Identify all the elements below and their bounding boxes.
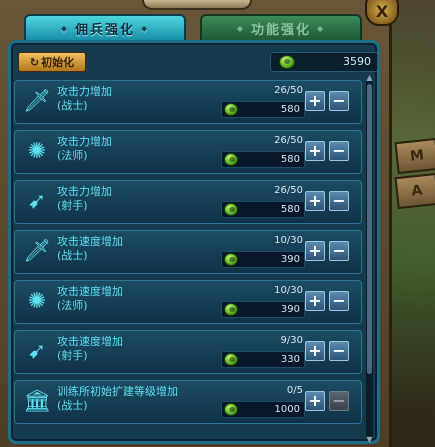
gem-balance-value: 3590 <box>343 55 371 68</box>
tab-mercenary-upgrade[interactable]: ◆ 佣兵强化 ◆ <box>24 14 186 42</box>
upgrade-level: 10/30 <box>274 285 303 296</box>
upgrade-name: 攻击力增加 <box>57 85 112 98</box>
upgrade-class: (射手) <box>57 199 88 212</box>
upgrade-level: 26/50 <box>274 85 303 96</box>
gem-icon <box>224 303 238 316</box>
increase-button[interactable]: + <box>305 191 325 211</box>
gem-balance: 3590 <box>270 52 378 72</box>
decrease-button[interactable]: − <box>329 191 349 211</box>
upgrade-cost: 330 <box>221 351 305 368</box>
upgrade-cost-value: 390 <box>280 254 300 265</box>
upgrade-level: 9/30 <box>280 335 303 346</box>
magic-icon: ✺ <box>27 289 47 314</box>
building-icon: 🏛 <box>23 389 51 414</box>
upgrade-cost: 580 <box>221 101 305 118</box>
upgrade-name: 攻击速度增加 <box>57 285 123 298</box>
upgrade-cost: 390 <box>221 301 305 318</box>
diamond-left-icon: ◆ <box>60 23 69 33</box>
increase-button[interactable]: + <box>305 391 325 411</box>
tab-label: 佣兵强化 <box>74 22 135 38</box>
gem-icon <box>224 153 238 166</box>
sword-icon: 🗡 <box>23 89 51 114</box>
scroll-down-icon[interactable]: ▼ <box>364 436 375 444</box>
decrease-button[interactable]: − <box>329 241 349 261</box>
upgrade-row: ➹ 攻击力增加 (射手) 26/50 580 + − <box>14 180 362 224</box>
upgrade-level: 0/5 <box>286 385 303 396</box>
gem-icon <box>224 203 238 216</box>
sword-icon: 🗡 <box>23 239 51 264</box>
upgrade-level: 10/30 <box>274 235 303 246</box>
upgrade-list: 🗡 攻击力增加 (战士) 26/50 580 + − ✺ 攻击力增加 (法师) … <box>14 80 362 440</box>
tab-function-upgrade[interactable]: ◆ 功能强化 ◆ <box>200 14 362 42</box>
upgrade-name: 攻击速度增加 <box>57 235 123 248</box>
increase-button[interactable]: + <box>305 291 325 311</box>
upgrade-row: 🗡 攻击速度增加 (战士) 10/30 390 + − <box>14 230 362 274</box>
upgrade-cost-value: 580 <box>280 204 300 215</box>
upgrade-row: 🏛 训练所初始扩建等级增加 (战士) 0/5 1000 + − <box>14 380 362 424</box>
scrollbar-thumb[interactable] <box>367 84 372 374</box>
upgrade-row: ✺ 攻击速度增加 (法师) 10/30 390 + − <box>14 280 362 324</box>
panel-header: ↻ 初始化 3590 <box>12 50 378 74</box>
upgrade-cost: 580 <box>221 201 305 218</box>
scrollbar[interactable] <box>366 80 373 440</box>
diamond-left-icon: ◆ <box>236 23 245 33</box>
signpost-decoration: M <box>394 137 435 175</box>
decrease-button[interactable]: − <box>329 91 349 111</box>
decrease-button[interactable]: − <box>329 291 349 311</box>
upgrade-level: 26/50 <box>274 185 303 196</box>
diamond-right-icon: ◆ <box>317 23 326 33</box>
upgrade-level: 26/50 <box>274 135 303 146</box>
refresh-icon: ↻ <box>29 55 40 69</box>
magic-icon: ✺ <box>27 139 47 164</box>
upgrade-cost-value: 330 <box>280 354 300 365</box>
upgrade-cost-value: 580 <box>280 104 300 115</box>
upgrade-row: ➹ 攻击速度增加 (射手) 9/30 330 + − <box>14 330 362 374</box>
scroll-up-icon[interactable]: ▲ <box>364 74 375 82</box>
upgrade-row: 🗡 攻击力增加 (战士) 26/50 580 + − <box>14 80 362 124</box>
upgrade-class: (射手) <box>57 349 88 362</box>
gem-icon <box>224 353 238 366</box>
upgrade-cost: 390 <box>221 251 305 268</box>
upgrade-name: 攻击力增加 <box>57 185 112 198</box>
bow-icon: ➹ <box>27 339 47 364</box>
upgrade-class: (战士) <box>57 249 88 262</box>
gem-icon <box>279 55 295 69</box>
upgrade-class: (战士) <box>57 99 88 112</box>
window-title-plate <box>142 0 252 10</box>
upgrade-cost: 1000 <box>221 401 305 418</box>
decrease-button[interactable]: − <box>329 391 349 411</box>
increase-button[interactable]: + <box>305 241 325 261</box>
signpost-decoration: A <box>394 172 435 210</box>
upgrade-name: 攻击力增加 <box>57 135 112 148</box>
close-icon[interactable]: X <box>365 0 399 26</box>
increase-button[interactable]: + <box>305 341 325 361</box>
decrease-button[interactable]: − <box>329 141 349 161</box>
upgrade-class: (法师) <box>57 149 88 162</box>
diamond-right-icon: ◆ <box>141 23 150 33</box>
upgrade-name: 训练所初始扩建等级增加 <box>57 385 178 398</box>
upgrade-cost: 580 <box>221 151 305 168</box>
upgrade-row: ✺ 攻击力增加 (法师) 26/50 580 + − <box>14 130 362 174</box>
reset-label: 初始化 <box>41 56 75 69</box>
gem-icon <box>224 103 238 116</box>
gem-icon <box>224 403 238 416</box>
upgrade-cost-value: 580 <box>280 154 300 165</box>
increase-button[interactable]: + <box>305 141 325 161</box>
gem-icon <box>224 253 238 266</box>
upgrade-cost-value: 1000 <box>274 404 300 415</box>
bow-icon: ➹ <box>27 189 47 214</box>
tab-label: 功能强化 <box>250 22 311 38</box>
upgrade-class: (战士) <box>57 399 88 412</box>
upgrade-cost-value: 390 <box>280 304 300 315</box>
upgrade-name: 攻击速度增加 <box>57 335 123 348</box>
reset-button[interactable]: ↻ 初始化 <box>18 52 86 72</box>
increase-button[interactable]: + <box>305 91 325 111</box>
upgrade-class: (法师) <box>57 299 88 312</box>
decrease-button[interactable]: − <box>329 341 349 361</box>
